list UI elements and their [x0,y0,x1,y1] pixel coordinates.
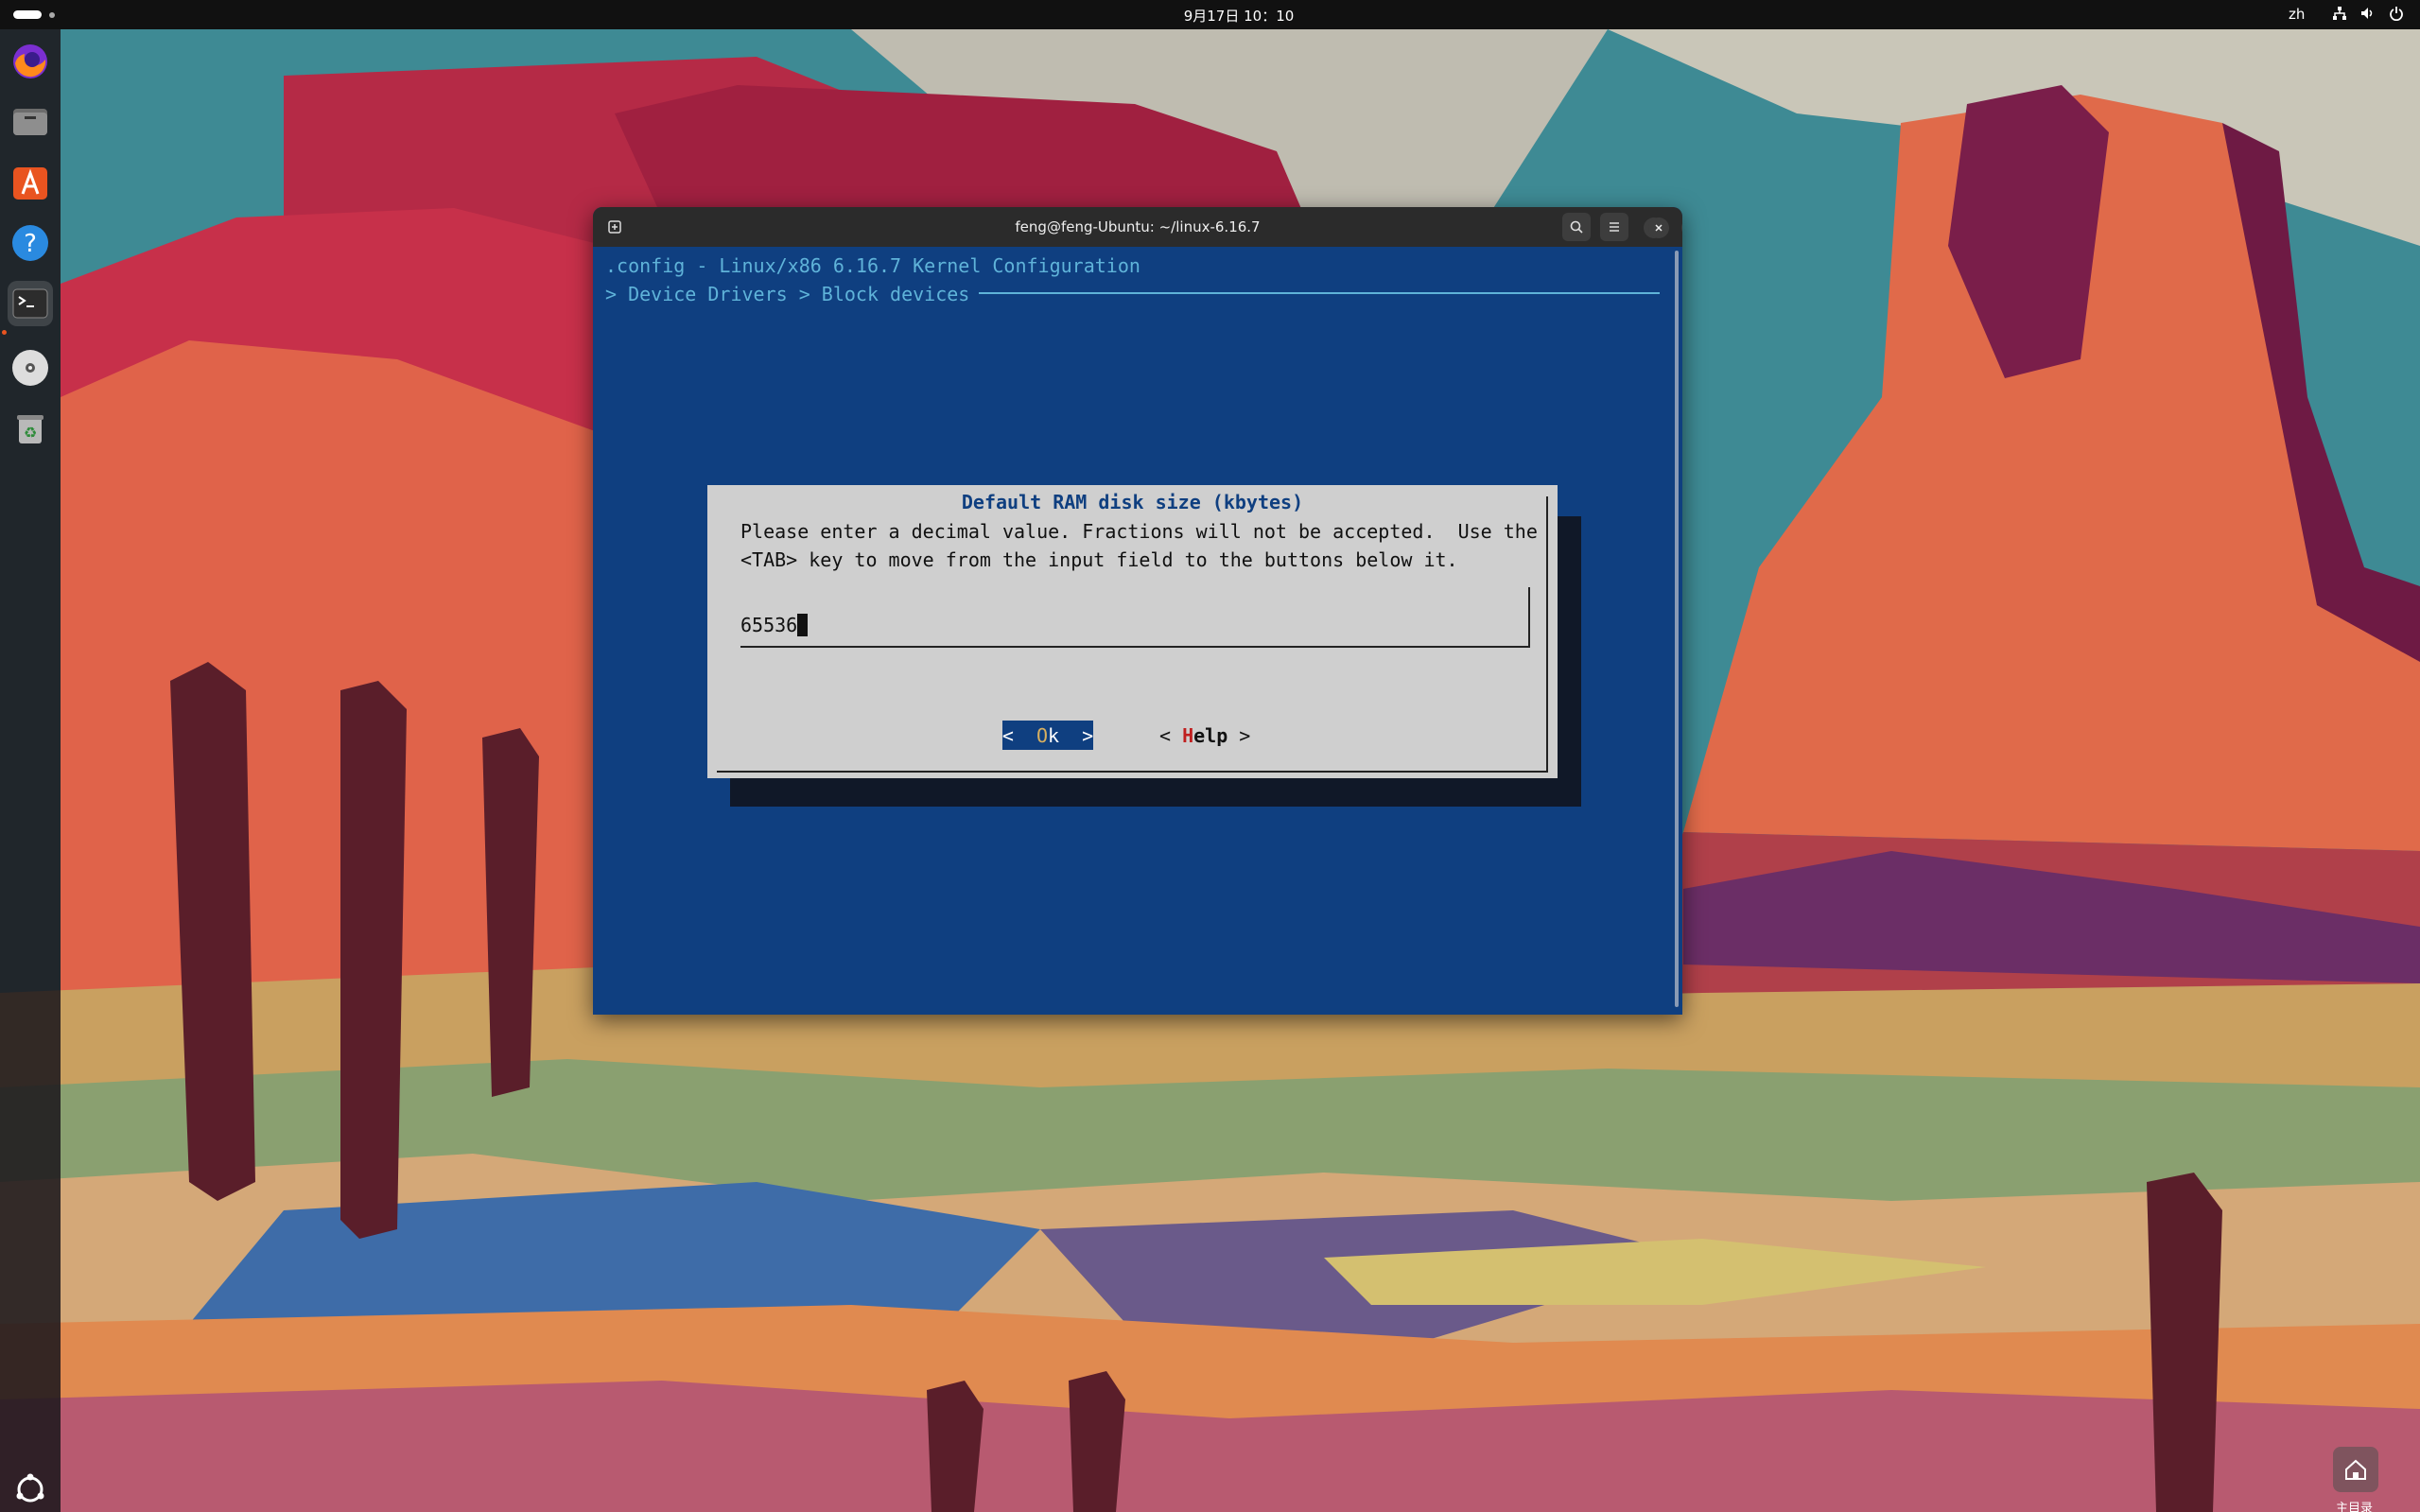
power-icon [2389,6,2404,25]
desktop-home-label: 主目录 [2336,1502,2374,1512]
dialog-instructions-line2: <TAB> key to move from the input field t… [740,548,1458,571]
activities-button[interactable] [13,10,59,20]
help-button-right-bracket: > [1227,723,1251,747]
menu-button[interactable] [1600,213,1628,241]
dock-item-terminal[interactable] [8,281,53,326]
svg-text:?: ? [24,230,37,258]
ok-button-hotkey: O [1036,723,1048,747]
ok-button[interactable]: < Ok > [1002,721,1093,750]
window-titlebar[interactable]: feng@feng-Ubuntu: ~/linux-6.16.7 [593,207,1682,247]
running-indicator [2,330,7,335]
top-bar: 9月17日 10：10 zh [0,0,2420,29]
app-center-icon [13,167,47,200]
dock: ? ♻ [0,29,61,1512]
new-tab-icon [608,220,621,234]
new-tab-button[interactable] [601,213,629,241]
clock[interactable]: 9月17日 10：10 [1163,6,1314,26]
help-button-label: elp [1193,723,1228,747]
help-button[interactable]: < Help > [1159,721,1250,750]
window-title: feng@feng-Ubuntu: ~/linux-6.16.7 [1015,218,1261,235]
trash-icon: ♻ [17,415,44,443]
ok-button-label: k > [1048,723,1094,747]
close-icon [1655,224,1663,232]
breadcrumb-rule [979,292,1660,294]
dialog-instructions-line1: Please enter a decimal value. Fractions … [740,520,1538,543]
dock-item-trash[interactable]: ♻ [8,406,53,451]
maximize-button[interactable] [1681,217,1682,238]
ok-button-left-bracket: < [1001,723,1036,747]
svg-text:♻: ♻ [24,424,37,442]
files-icon [13,109,47,135]
home-icon [2345,1459,2366,1480]
input-value: 65536 [740,614,798,636]
ubuntu-icon [16,1473,44,1503]
input-dialog: Default RAM disk size (kbytes) Please en… [707,485,1558,778]
volume-icon [2360,6,2376,25]
dock-item-firefox[interactable] [8,39,53,84]
network-icon [2332,6,2347,25]
menuconfig-header: .config - Linux/x86 6.16.7 Kernel Config… [605,254,1140,277]
firefox-icon [13,44,47,78]
dock-item-files[interactable] [8,99,53,145]
terminal-icon [12,288,48,319]
workspace-indicator [49,12,55,18]
hamburger-menu-icon [1610,222,1619,232]
dock-item-disc[interactable] [8,345,53,391]
help-button-hotkey: H [1182,723,1194,747]
dock-item-app-center[interactable] [8,160,53,205]
dialog-title: Default RAM disk size (kbytes) [961,491,1304,513]
desktop-home-folder[interactable] [2333,1447,2378,1492]
ramdisk-size-input[interactable]: 65536 [740,587,1530,648]
help-icon: ? [12,225,48,261]
menuconfig-breadcrumb: > Device Drivers > Block devices [605,283,970,305]
system-tray[interactable] [2332,6,2404,25]
close-button[interactable] [1648,217,1669,238]
dock-item-help[interactable]: ? [8,220,53,266]
disc-icon [12,350,48,386]
search-icon [1570,220,1583,234]
search-button[interactable] [1562,213,1591,241]
input-language-indicator[interactable]: zh [2289,6,2305,23]
help-button-left-bracket: < [1159,723,1183,747]
dock-item-show-apps[interactable] [8,1467,53,1512]
workspace-indicator-active [13,10,42,19]
text-cursor [797,614,809,636]
terminal-scrollbar[interactable] [1675,251,1679,1007]
